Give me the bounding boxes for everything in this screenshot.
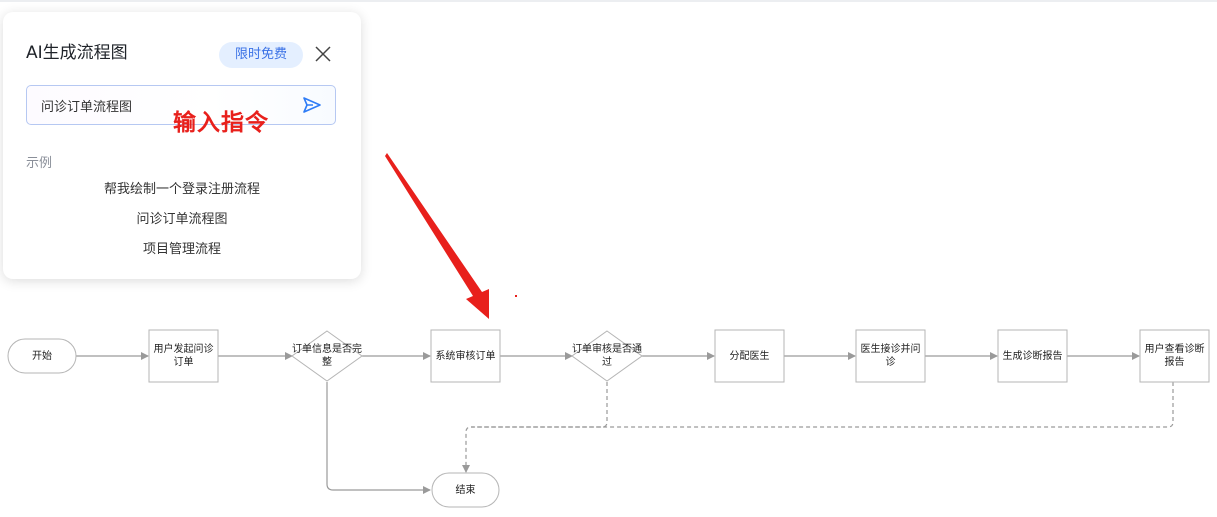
- example-item[interactable]: 问诊订单流程图: [3, 208, 361, 227]
- examples-label: 示例: [26, 156, 53, 171]
- panel-title: AI生成流程图: [26, 43, 128, 63]
- node-system-review[interactable]: 系统审核订单: [431, 330, 500, 382]
- node-info-complete[interactable]: 订单信息是否完整: [290, 334, 364, 378]
- example-item[interactable]: 项目管理流程: [3, 238, 361, 257]
- close-icon[interactable]: [312, 43, 334, 65]
- node-assign-doctor[interactable]: 分配医生: [715, 330, 784, 382]
- edge-check-to-end: [326, 382, 431, 494]
- free-badge: 限时免费: [219, 42, 303, 68]
- edge-view-to-end-dashed: [471, 382, 1174, 428]
- node-doctor-consult[interactable]: 医生接诊并问诊: [858, 330, 923, 382]
- annotation-text: 输入指令: [173, 110, 269, 136]
- send-button[interactable]: [301, 95, 323, 115]
- prompt-input-value[interactable]: 问诊订单流程图: [41, 96, 132, 115]
- ai-flowchart-panel: AI生成流程图 限时免费 问诊订单流程图 示例 帮我绘制一个登录注册流程 问诊订…: [3, 12, 361, 279]
- stray-mark: [515, 295, 517, 297]
- node-review-passed[interactable]: 订单审核是否通过: [570, 334, 644, 378]
- send-icon[interactable]: [301, 95, 323, 115]
- node-generate-report[interactable]: 生成诊断报告: [998, 330, 1067, 382]
- example-item[interactable]: 帮我绘制一个登录注册流程: [3, 178, 361, 197]
- node-start[interactable]: 开始: [8, 339, 76, 373]
- close-button[interactable]: [312, 43, 334, 65]
- node-end[interactable]: 结束: [432, 473, 499, 507]
- node-user-view[interactable]: 用户查看诊断报告: [1142, 330, 1207, 382]
- node-user-initiate[interactable]: 用户发起问诊订单: [151, 330, 216, 382]
